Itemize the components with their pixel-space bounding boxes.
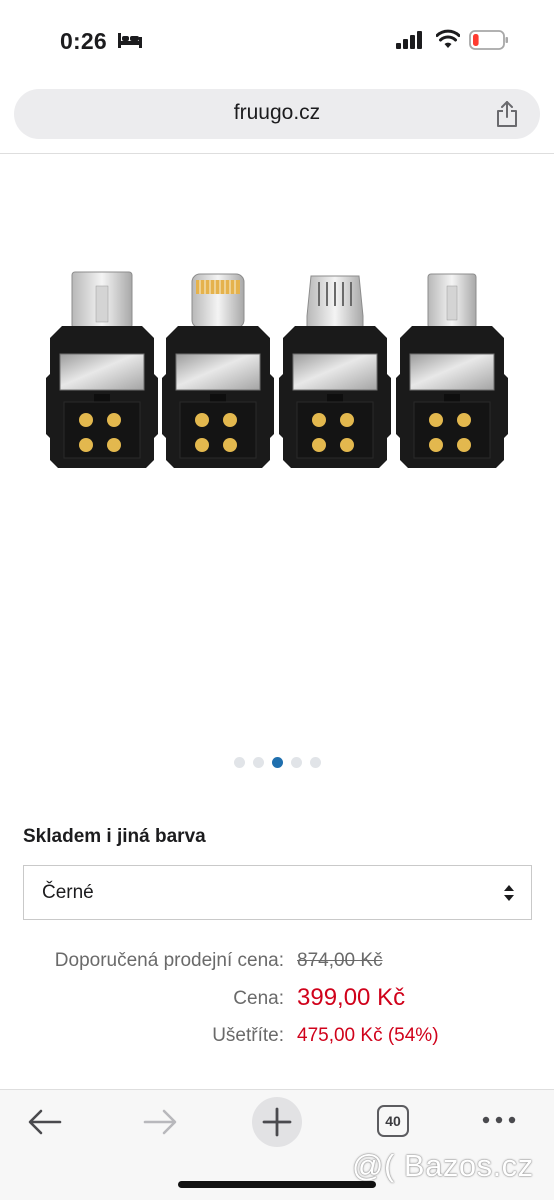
status-time: 0:26 bbox=[60, 28, 107, 54]
lightning-adapter bbox=[161, 273, 275, 469]
variant-label: Skladem i jiná barva bbox=[23, 826, 206, 847]
savings-value: 475,00 Kč (54%) bbox=[297, 1025, 439, 1046]
more-icon[interactable] bbox=[481, 1115, 517, 1125]
battery-icon bbox=[469, 30, 508, 50]
carousel-dots bbox=[0, 757, 554, 769]
bed-icon bbox=[118, 33, 142, 48]
color-select-value[interactable]: Černé bbox=[42, 882, 94, 904]
carousel-dot[interactable] bbox=[290, 757, 302, 768]
tabs-count: 40 bbox=[385, 1113, 401, 1129]
watermark: @( Bazos.cz bbox=[352, 1148, 534, 1183]
plus-icon bbox=[262, 1107, 292, 1137]
carousel-dot[interactable] bbox=[252, 757, 264, 768]
wifi-icon bbox=[436, 29, 460, 48]
rrp-label: Doporučená prodejní cena: bbox=[54, 950, 284, 971]
share-icon[interactable] bbox=[494, 100, 520, 128]
price-label: Cena: bbox=[233, 988, 284, 1009]
address-bar[interactable]: fruugo.cz bbox=[14, 89, 540, 139]
savings-label: Ušetříte: bbox=[212, 1025, 284, 1046]
rrp-value: 874,00 Kč bbox=[297, 950, 383, 971]
back-arrow-icon[interactable] bbox=[27, 1108, 63, 1136]
carousel-dot[interactable] bbox=[309, 757, 321, 768]
new-tab-button[interactable] bbox=[252, 1097, 302, 1147]
forward-arrow-icon[interactable] bbox=[142, 1108, 178, 1136]
carousel-dot[interactable] bbox=[233, 757, 245, 768]
tabs-icon[interactable]: 40 bbox=[377, 1105, 409, 1137]
product-image[interactable] bbox=[0, 154, 554, 744]
color-select[interactable]: Černé bbox=[23, 865, 532, 920]
price-value: 399,00 Kč bbox=[297, 984, 406, 1011]
micro-usb-adapter bbox=[278, 275, 392, 469]
home-indicator bbox=[178, 1181, 376, 1188]
usb-c-adapter bbox=[45, 271, 159, 469]
carousel-dot[interactable] bbox=[271, 757, 283, 768]
status-bar: 0:26 bbox=[0, 0, 554, 80]
usb-c-adapter-2 bbox=[395, 273, 509, 469]
url-text[interactable]: fruugo.cz bbox=[14, 101, 540, 125]
signal-icon bbox=[396, 31, 422, 49]
select-arrows-icon bbox=[504, 885, 514, 901]
